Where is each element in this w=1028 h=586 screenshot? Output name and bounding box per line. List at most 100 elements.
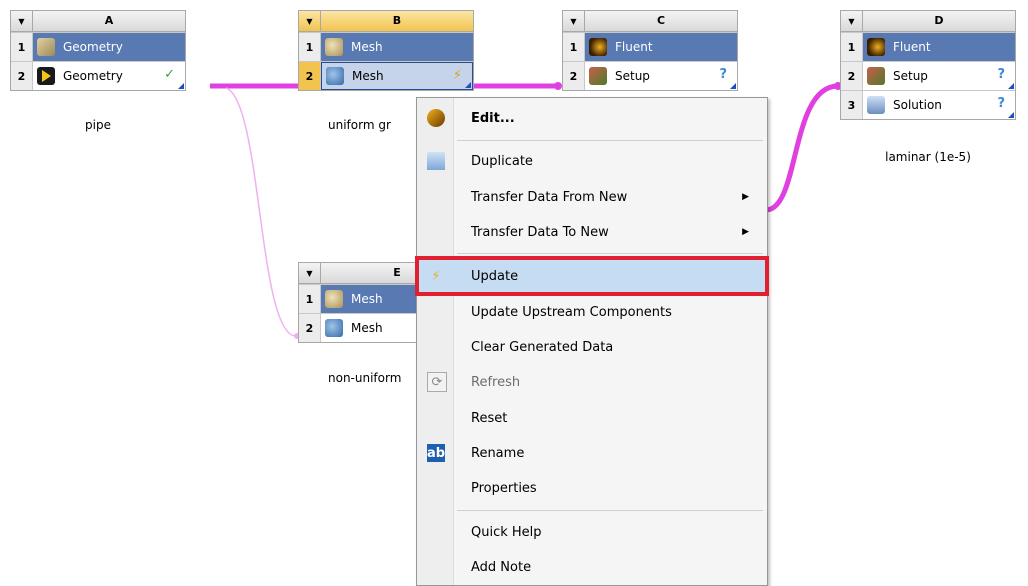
- cell-number: 2: [841, 62, 863, 90]
- system-a-cell-2[interactable]: 2 Geometry ✓: [11, 61, 185, 90]
- check-icon: ✓: [164, 67, 175, 82]
- menu-item-label: Edit...: [471, 110, 515, 126]
- menu-item-add-note[interactable]: Add Note: [417, 551, 767, 583]
- system-d-cell-2[interactable]: 2 Setup?: [841, 61, 1015, 90]
- system-e-menu-arrow[interactable]: ▼: [299, 263, 321, 283]
- system-d-cell-1[interactable]: 1 Fluent: [841, 32, 1015, 61]
- solution-icon: [867, 96, 885, 114]
- menu-item-update-upstream-components[interactable]: Update Upstream Components: [417, 296, 767, 328]
- setup-icon: [867, 67, 885, 85]
- menu-item-properties[interactable]: Properties: [417, 472, 767, 504]
- menu-item-update[interactable]: ⚡ Update: [415, 256, 769, 296]
- system-c: ▼ C 1 Fluent 2 Setup?: [562, 10, 738, 91]
- link-a2-e2: [225, 87, 297, 337]
- link-b2-c2-end: [554, 82, 562, 90]
- link-to-d2: [765, 83, 839, 213]
- context-menu: Edit... Duplicate Transfer Data From New…: [415, 97, 769, 586]
- system-a-letter: A: [104, 14, 114, 27]
- cell-number: 2: [299, 62, 321, 90]
- setup-icon: [589, 67, 607, 85]
- menu-separator: [457, 510, 763, 511]
- edit-gear-icon: [427, 109, 445, 127]
- question-icon: ?: [719, 67, 727, 82]
- cell-label: Mesh: [351, 292, 383, 306]
- menu-item-label: Add Note: [471, 559, 532, 575]
- mesh-icon: [325, 290, 343, 308]
- cell-label: Setup: [893, 69, 928, 83]
- system-c-cell-1[interactable]: 1 Fluent: [563, 32, 737, 61]
- cell-label: Setup: [615, 69, 650, 83]
- system-a-cell-1[interactable]: 1 Geometry: [11, 32, 185, 61]
- system-d-letter: D: [934, 14, 944, 27]
- system-b-cell-1[interactable]: 1 Mesh: [299, 32, 473, 61]
- menu-item-refresh: ⟳ Refresh: [417, 366, 767, 398]
- mesh-icon: [325, 319, 343, 337]
- menu-item-rename[interactable]: ab Rename: [417, 437, 767, 469]
- mesh-icon: [325, 38, 343, 56]
- fluent-icon: [867, 38, 885, 56]
- question-icon: ?: [997, 67, 1005, 82]
- menu-item-label: Transfer Data To New: [471, 224, 609, 240]
- menu-item-label: Refresh: [471, 374, 521, 390]
- menu-item-label: Update: [471, 268, 519, 284]
- menu-item-label: Update Upstream Components: [471, 304, 672, 320]
- system-c-letter: C: [656, 14, 666, 27]
- menu-item-transfer-data-from-new[interactable]: Transfer Data From New ▶: [417, 181, 767, 213]
- cell-label: Mesh: [351, 321, 383, 335]
- system-b-letter: B: [392, 14, 402, 27]
- menu-item-quick-help[interactable]: Quick Help: [417, 516, 767, 548]
- cell-number: 1: [299, 285, 321, 313]
- menu-item-label: Duplicate: [471, 153, 533, 169]
- geometry-icon: [37, 38, 55, 56]
- menu-item-label: Quick Help: [471, 524, 542, 540]
- cell-label: Mesh: [352, 69, 384, 83]
- cell-number: 2: [11, 62, 33, 90]
- corner-marker-icon: [178, 83, 184, 89]
- system-a-menu-arrow[interactable]: ▼: [11, 11, 33, 31]
- system-d-cell-3[interactable]: 3 Solution?: [841, 90, 1015, 119]
- menu-item-edit[interactable]: Edit...: [417, 102, 767, 134]
- system-e-name[interactable]: non-uniform: [328, 371, 401, 385]
- mesh-icon: [326, 67, 344, 85]
- system-d-menu-arrow[interactable]: ▼: [841, 11, 863, 31]
- cell-label: Mesh: [351, 40, 383, 54]
- corner-marker-icon: [465, 82, 471, 88]
- cell-label: Geometry: [63, 69, 123, 83]
- cell-number: 2: [563, 62, 585, 90]
- duplicate-icon: [427, 152, 445, 170]
- menu-item-duplicate[interactable]: Duplicate: [417, 145, 767, 177]
- corner-marker-icon: [1008, 83, 1014, 89]
- system-a-name[interactable]: pipe: [10, 118, 186, 132]
- system-d-header[interactable]: ▼ D: [841, 11, 1015, 32]
- cell-number: 1: [841, 33, 863, 61]
- system-d-name[interactable]: laminar (1e-5): [840, 150, 1016, 164]
- system-b: ▼ B 1 Mesh 2 Mesh ⚡: [298, 10, 474, 91]
- cell-number: 3: [841, 91, 863, 119]
- system-a: ▼ A 1 Geometry 2 Geometry ✓: [10, 10, 186, 91]
- menu-item-clear-generated-data[interactable]: Clear Generated Data: [417, 331, 767, 363]
- corner-marker-icon: [730, 83, 736, 89]
- menu-item-label: Clear Generated Data: [471, 339, 614, 355]
- system-b-name[interactable]: uniform gr: [328, 118, 391, 132]
- system-c-menu-arrow[interactable]: ▼: [563, 11, 585, 31]
- refresh-icon: ⟳: [427, 372, 447, 392]
- system-c-header[interactable]: ▼ C: [563, 11, 737, 32]
- system-b-header[interactable]: ▼ B: [299, 11, 473, 32]
- system-c-cell-2[interactable]: 2 Setup?: [563, 61, 737, 90]
- system-b-cell-2[interactable]: 2 Mesh ⚡: [299, 61, 473, 90]
- menu-item-reset[interactable]: Reset: [417, 402, 767, 434]
- cell-number: 1: [11, 33, 33, 61]
- lightning-icon: ⚡: [452, 68, 462, 83]
- submenu-arrow-icon: ▶: [742, 227, 749, 237]
- fluent-icon: [589, 38, 607, 56]
- menu-item-label: Rename: [471, 445, 525, 461]
- system-b-menu-arrow[interactable]: ▼: [299, 11, 321, 31]
- menu-item-transfer-data-to-new[interactable]: Transfer Data To New ▶: [417, 216, 767, 248]
- cell-label: Fluent: [893, 40, 931, 54]
- submenu-arrow-icon: ▶: [742, 192, 749, 202]
- menu-separator: [457, 140, 763, 141]
- cell-label: Geometry: [63, 40, 123, 54]
- menu-separator: [457, 253, 763, 254]
- system-a-header[interactable]: ▼ A: [11, 11, 185, 32]
- rename-icon: ab: [426, 444, 446, 462]
